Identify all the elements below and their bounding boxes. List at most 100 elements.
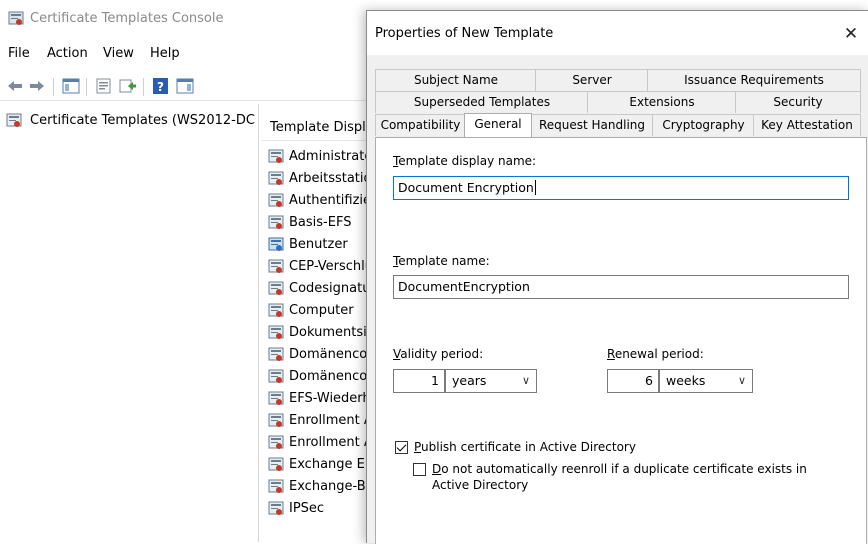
- tab-cryptography[interactable]: Cryptography: [652, 114, 755, 136]
- list-item-label: Domänencontrollerauthentifizierung: [289, 369, 372, 384]
- template-list-pane: Template Display Name Administrator Arbei…: [262, 104, 372, 542]
- tab-key-attestation[interactable]: Key Attestation: [753, 114, 861, 136]
- certificate-template-icon: [268, 435, 284, 451]
- publish-in-ad-label[interactable]: Publish certificate in Active Directory: [414, 439, 636, 455]
- list-item[interactable]: Exchange-Benutzer: [268, 476, 372, 498]
- list-item-label: Computer: [289, 303, 354, 318]
- certificate-template-icon: [6, 113, 22, 129]
- toolbar-separator: [86, 78, 87, 96]
- list-item[interactable]: Authentifizierte Sitzung: [268, 190, 372, 212]
- certificate-template-icon: [268, 193, 284, 209]
- list-item[interactable]: Domänencontrollerauthentifizierung: [268, 366, 372, 388]
- tab-superseded-templates[interactable]: Superseded Templates: [375, 91, 589, 113]
- list-item-label: CEP-Verschlüsselung: [289, 259, 372, 274]
- toolbar-separator: [53, 78, 54, 96]
- certificate-template-icon: [268, 347, 284, 363]
- template-display-name-input[interactable]: Document Encryption: [393, 176, 849, 200]
- list-item[interactable]: Basis-EFS: [268, 212, 372, 234]
- do-not-reenroll-label[interactable]: Do not automatically reenroll if a dupli…: [432, 461, 842, 493]
- tree-pane: Certificate Templates (WS2012-DC): [0, 104, 259, 542]
- tab-issuance-requirements[interactable]: Issuance Requirements: [647, 69, 861, 91]
- certificate-template-icon: [268, 391, 284, 407]
- menu-action[interactable]: Action: [47, 46, 88, 61]
- console-title: Certificate Templates Console: [30, 11, 224, 26]
- menu-view[interactable]: View: [103, 46, 134, 61]
- validity-period-value[interactable]: 1: [393, 369, 445, 393]
- chevron-down-icon: ∨: [521, 374, 530, 387]
- tab-general[interactable]: General: [464, 113, 532, 137]
- svg-text:?: ?: [157, 80, 164, 94]
- tab-row-2: Superseded Templates Extensions Security: [375, 91, 861, 113]
- template-name-input[interactable]: DocumentEncryption: [393, 275, 849, 299]
- list-item[interactable]: IPSec: [268, 498, 372, 520]
- tree-root-label: Certificate Templates (WS2012-DC): [30, 113, 256, 128]
- menu-help[interactable]: Help: [150, 46, 180, 61]
- back-arrow-icon[interactable]: [6, 78, 24, 94]
- certificate-template-icon: [268, 457, 284, 473]
- tab-subject-name[interactable]: Subject Name: [375, 69, 537, 91]
- close-icon[interactable]: ✕: [837, 21, 865, 47]
- certificate-template-icon: [268, 215, 284, 231]
- certificate-template-icon: [268, 479, 284, 495]
- dialog-title: Properties of New Template: [375, 26, 554, 41]
- list-item-label: IPSec: [289, 501, 325, 516]
- list-item[interactable]: Enrollment Agent: [268, 410, 372, 432]
- list-item[interactable]: EFS-Wiederherstellungs-Agent: [268, 388, 372, 410]
- show-hide-tree-icon[interactable]: [62, 78, 80, 94]
- help-icon[interactable]: ?: [152, 78, 170, 94]
- tree-root-certificate-templates[interactable]: Certificate Templates (WS2012-DC): [6, 112, 256, 132]
- show-action-pane-icon[interactable]: [176, 78, 194, 94]
- tab-security[interactable]: Security: [735, 91, 861, 113]
- list-item[interactable]: Codesignatur: [268, 278, 372, 300]
- list-item[interactable]: Domänencontroller: [268, 344, 372, 366]
- tab-request-handling[interactable]: Request Handling: [530, 114, 654, 136]
- properties-dialog: Properties of New Template ✕ Subject Nam…: [366, 10, 868, 544]
- chevron-down-icon: ∨: [737, 374, 746, 387]
- list-item[interactable]: Enrollment Agent (Computer): [268, 432, 372, 454]
- menubar: File Action View Help: [0, 40, 370, 66]
- certificate-template-icon: [268, 501, 284, 517]
- validity-period-unit-select[interactable]: years ∨: [445, 369, 537, 393]
- list-item-label: Administrator: [289, 149, 372, 164]
- do-not-reenroll-checkbox[interactable]: [413, 463, 426, 476]
- forward-arrow-icon[interactable]: [28, 78, 46, 94]
- renewal-period-value[interactable]: 6: [607, 369, 659, 393]
- tab-server[interactable]: Server: [535, 69, 649, 91]
- certificate-template-icon: [268, 413, 284, 429]
- properties-icon[interactable]: [95, 78, 113, 94]
- publish-in-ad-checkbox[interactable]: [395, 441, 408, 454]
- list-item[interactable]: Benutzer: [268, 234, 372, 256]
- list-item-label: Basis-EFS: [289, 215, 352, 230]
- renewal-period-label: Renewal period:: [607, 347, 704, 361]
- certificate-template-icon: [268, 325, 284, 341]
- certificate-template-icon: [268, 259, 284, 275]
- list-item[interactable]: Dokumentsignatur: [268, 322, 372, 344]
- certificate-template-icon: [268, 369, 284, 385]
- tab-compatibility[interactable]: Compatibility: [375, 114, 466, 136]
- list-item-label: Arbeitsstationsauthentifizierung: [289, 171, 372, 186]
- certificate-template-icon: [268, 303, 284, 319]
- list-column-header[interactable]: Template Display Name: [262, 114, 372, 141]
- certificate-template-icon: [268, 237, 284, 253]
- dialog-titlebar[interactable]: Properties of New Template ✕: [367, 11, 868, 55]
- list-item[interactable]: Administrator: [268, 146, 372, 168]
- validity-period-label: Validity period:: [393, 347, 484, 361]
- list-item-label: Exchange Enrollment Agent: [289, 457, 372, 472]
- list-item[interactable]: Exchange Enrollment Agent: [268, 454, 372, 476]
- list-item-label: EFS-Wiederherstellungs-Agent: [289, 391, 372, 406]
- console-app-icon: [8, 11, 24, 27]
- console-titlebar: Certificate Templates Console: [0, 0, 370, 40]
- list-item[interactable]: CEP-Verschlüsselung: [268, 256, 372, 278]
- list-item-label: Domänencontroller: [289, 347, 372, 362]
- renewal-period-unit-select[interactable]: weeks ∨: [659, 369, 753, 393]
- tab-extensions[interactable]: Extensions: [587, 91, 737, 113]
- list-item-label: Authentifizierte Sitzung: [289, 193, 372, 208]
- list-item[interactable]: Arbeitsstationsauthentifizierung: [268, 168, 372, 190]
- certificate-template-icon: [268, 149, 284, 165]
- export-list-icon[interactable]: [119, 78, 137, 94]
- list-item-label: Dokumentsignatur: [289, 325, 372, 340]
- menu-file[interactable]: File: [8, 46, 30, 61]
- list-item[interactable]: Computer: [268, 300, 372, 322]
- list-item-label: Benutzer: [289, 237, 348, 252]
- certificate-template-icon: [268, 171, 284, 187]
